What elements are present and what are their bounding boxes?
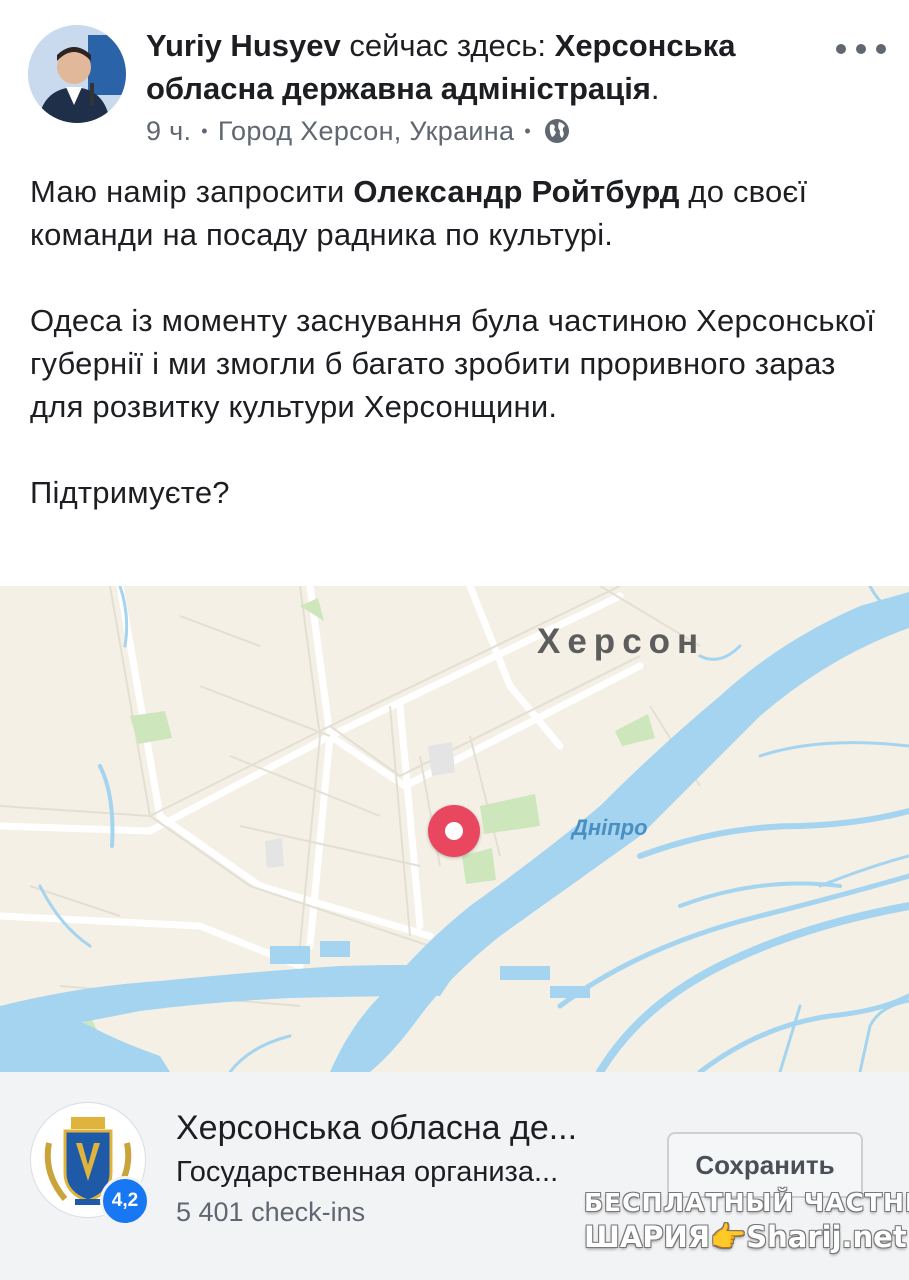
more-dot: [876, 44, 886, 54]
watermark-line: ШАРИЯ👉Sharij.net: [584, 1220, 907, 1254]
post-paragraph: Маю намір запросити Олександр Ройтбурд д…: [30, 170, 880, 256]
post-location[interactable]: Город Херсон, Украина: [218, 113, 514, 149]
post-time[interactable]: 9 ч.: [146, 113, 191, 149]
post-paragraph: Одеса із моменту заснування була частино…: [30, 303, 876, 424]
more-dot: [856, 44, 866, 54]
location-map[interactable]: Херсон Дніпро: [0, 586, 909, 1072]
post-text: Маю намір запросити: [30, 174, 354, 209]
rating-badge: 4,2: [100, 1176, 150, 1226]
post-header: Yuriy Husyev сейчас здесь: Херсонська об…: [0, 0, 909, 160]
author-avatar[interactable]: [28, 25, 126, 123]
post-action-text: сейчас здесь:: [340, 28, 555, 63]
more-options-icon[interactable]: [836, 34, 886, 64]
post-paragraph: Підтримуєте?: [30, 475, 230, 510]
map-city-label: Херсон: [537, 622, 706, 661]
post-title: Yuriy Husyev сейчас здесь: Херсонська об…: [146, 24, 826, 110]
mentioned-person[interactable]: Олександр Ройтбурд: [353, 174, 679, 209]
map-river-label: Дніпро: [572, 815, 648, 840]
meta-separator: •: [524, 121, 531, 141]
watermark-line: БЕСПЛАТНЫЙ ЧАСТНЫЙ: [584, 1188, 909, 1217]
place-name[interactable]: Херсонська обласна де...: [176, 1106, 646, 1150]
more-dot: [836, 44, 846, 54]
title-period: .: [650, 71, 660, 106]
map-pin-icon[interactable]: [428, 805, 480, 857]
post-body: Маю намір запросити Олександр Ройтбурд д…: [30, 170, 880, 557]
post-meta: 9 ч. • Город Херсон, Украина •: [146, 113, 571, 149]
author-name[interactable]: Yuriy Husyev: [146, 28, 341, 63]
place-category: Государственная организа...: [176, 1156, 559, 1188]
place-checkins: 5 401 check-ins: [176, 1197, 366, 1227]
watermark: БЕСПЛАТНЫЙ ЧАСТНЫЙ ШАРИЯ👉Sharij.net: [580, 1186, 909, 1266]
meta-separator: •: [201, 121, 208, 141]
globe-icon[interactable]: [543, 117, 571, 145]
